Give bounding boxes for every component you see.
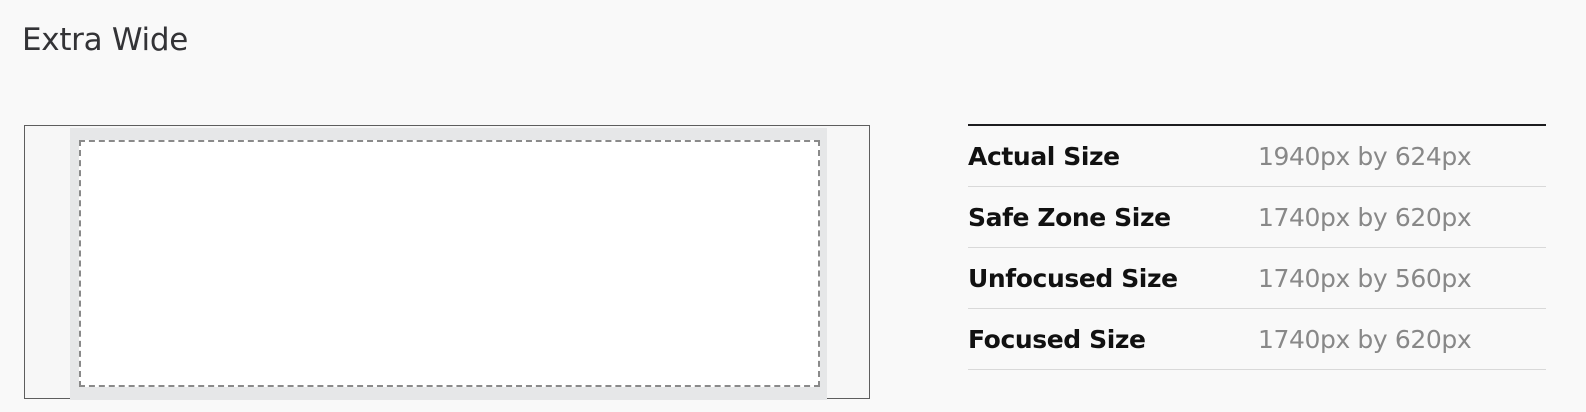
- focused-area: [70, 128, 827, 400]
- spec-row-unfocused-size: Unfocused Size 1740px by 560px: [968, 248, 1546, 309]
- spec-label: Unfocused Size: [968, 263, 1178, 293]
- spec-row-actual-size: Actual Size 1940px by 624px: [968, 126, 1546, 187]
- spec-value: 1740px by 620px: [1258, 324, 1472, 354]
- spec-row-focused-size: Focused Size 1740px by 620px: [968, 309, 1546, 370]
- spec-value: 1740px by 620px: [1258, 202, 1472, 232]
- spec-value: 1740px by 560px: [1258, 263, 1472, 293]
- spec-row-safe-zone-size: Safe Zone Size 1740px by 620px: [968, 187, 1546, 248]
- spec-label: Actual Size: [968, 141, 1120, 171]
- spec-label: Focused Size: [968, 324, 1146, 354]
- spec-value: 1940px by 624px: [1258, 141, 1472, 171]
- spec-label: Safe Zone Size: [968, 202, 1171, 232]
- safe-zone-area: [79, 140, 820, 387]
- section-title: Extra Wide: [22, 22, 189, 58]
- size-diagram: [24, 125, 870, 400]
- size-specs-table: Actual Size 1940px by 624px Safe Zone Si…: [968, 124, 1546, 370]
